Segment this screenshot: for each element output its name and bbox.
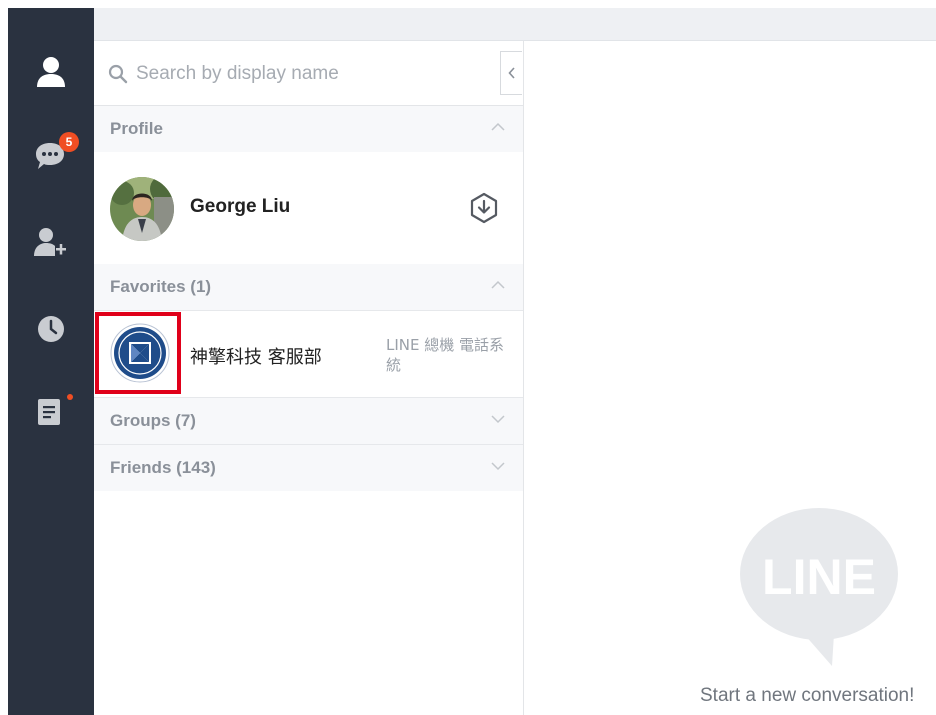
favorite-item[interactable]: 神擎科技 客服部 LINE 總機 電話系統 — [94, 311, 523, 398]
section-groups-header[interactable]: Groups (7) — [94, 398, 523, 445]
clock-icon — [38, 316, 64, 342]
section-profile-header[interactable]: Profile — [94, 106, 523, 153]
empty-state-text: Start a new conversation! — [700, 685, 915, 706]
collapse-panel-button[interactable] — [500, 51, 522, 95]
section-friends-header[interactable]: Friends (143) — [94, 445, 523, 492]
chevron-up-icon — [491, 280, 505, 289]
search-input[interactable] — [134, 59, 478, 89]
top-strip — [0, 0, 936, 8]
section-friends-label: Friends (143) — [110, 458, 216, 477]
add-friend-icon — [34, 228, 66, 256]
chevron-left-icon — [507, 67, 515, 79]
nav-add-friend-button[interactable] — [8, 218, 94, 266]
nav-sidebar: 5 — [8, 8, 94, 715]
unread-badge: 5 — [59, 132, 79, 152]
nav-chats-button[interactable]: 5 — [8, 132, 94, 180]
line-logo-text: LINE — [762, 549, 876, 605]
profile-name: George Liu — [190, 196, 291, 217]
notes-new-dot — [67, 394, 73, 400]
download-icon[interactable] — [469, 192, 499, 224]
section-favorites-label: Favorites (1) — [110, 277, 212, 296]
person-icon — [37, 57, 65, 87]
highlight-box — [95, 312, 181, 394]
search-bar — [94, 41, 523, 106]
section-favorites-header[interactable]: Favorites (1) — [94, 264, 523, 311]
favorite-name: 神擎科技 客服部 — [190, 347, 322, 368]
section-profile-label: Profile — [110, 119, 163, 138]
nav-friends-button[interactable] — [8, 48, 94, 96]
chevron-up-icon — [491, 122, 505, 131]
my-profile-row[interactable]: George Liu — [94, 152, 523, 264]
chevron-down-icon — [491, 462, 505, 471]
friend-list-panel: Profile George Liu Favorites (1) — [94, 41, 524, 715]
section-groups-label: Groups (7) — [110, 411, 196, 430]
profile-avatar — [110, 177, 174, 241]
note-icon — [38, 399, 60, 425]
nav-timeline-button[interactable] — [8, 305, 94, 353]
search-icon — [108, 64, 128, 84]
favorite-status-message: LINE 總機 電話系統 — [386, 336, 505, 374]
chevron-down-icon — [491, 415, 505, 424]
top-bar — [94, 8, 936, 41]
nav-notes-button[interactable] — [8, 388, 94, 436]
line-logo: LINE — [740, 508, 898, 666]
conversation-area: LINE Start a new conversation! — [524, 41, 936, 715]
list-empty-area — [94, 491, 523, 715]
